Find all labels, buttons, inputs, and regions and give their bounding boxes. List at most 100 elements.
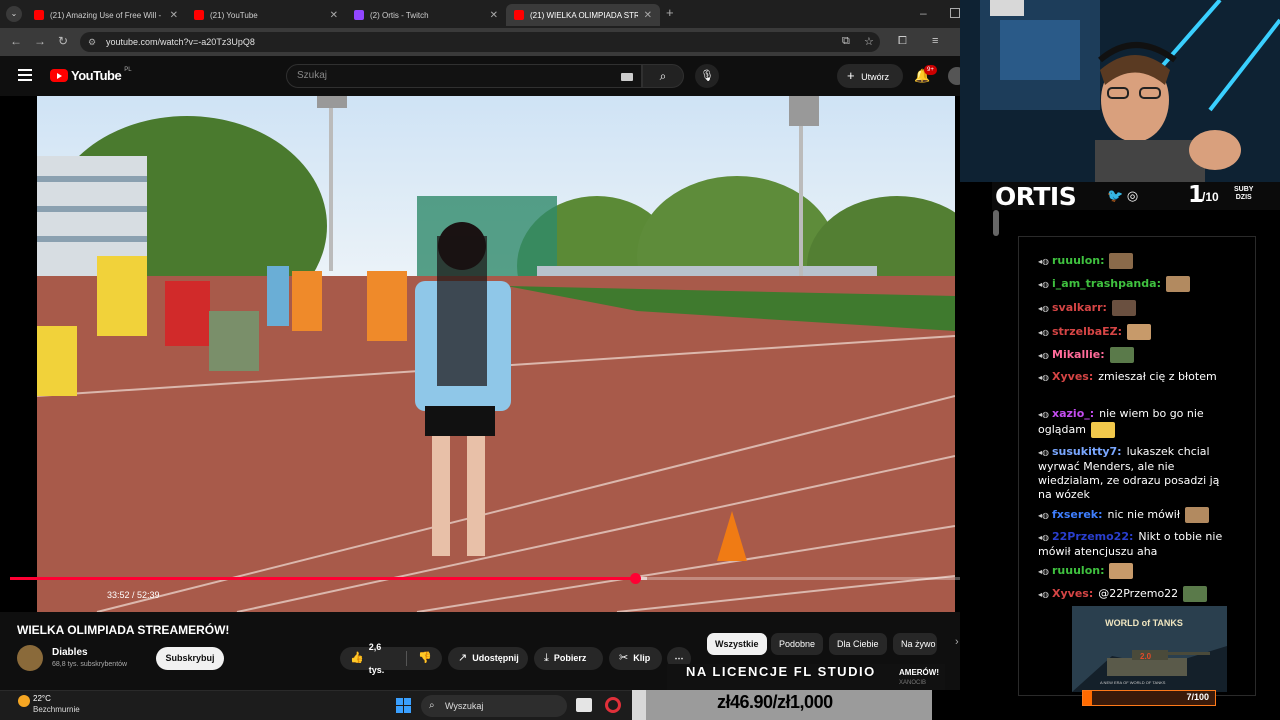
chat-username[interactable]: i_am_trashpanda:: [1052, 277, 1161, 290]
subscribe-button[interactable]: Subskrybuj: [156, 647, 224, 670]
chat-message: ◂◍ Xyves: @22Przemo22: [1038, 586, 1234, 602]
chat-username[interactable]: ruuulon:: [1052, 254, 1104, 267]
reload-icon[interactable]: ↻: [58, 34, 68, 48]
file-explorer-icon[interactable]: [576, 698, 592, 712]
back-arrow-icon[interactable]: ←: [10, 34, 22, 48]
youtube-favicon-icon: [514, 10, 524, 20]
chat-username[interactable]: Xyves:: [1052, 370, 1093, 383]
chat-message: ◂◍ ruuulon:: [1038, 253, 1234, 269]
chat-message: ◂◍ Xyves: zmieszał cię z błotem: [1038, 370, 1234, 385]
chat-emote-icon: [1165, 276, 1190, 292]
taskbar-search[interactable]: ⌕ Wyszukaj: [421, 695, 567, 717]
plus-icon: +: [847, 68, 855, 83]
chat-badge-icon: ◂◍: [1038, 280, 1049, 289]
video-player[interactable]: ▶ ⏭ 🔊 ⛉ ◐ ▤ ⚙ ▭ ▬ ⛶: [0, 96, 960, 612]
chat-message: ◂◍ strzelbaEZ:: [1038, 324, 1234, 340]
divider: [406, 651, 408, 666]
minimize-window-button[interactable]: –: [920, 6, 927, 20]
chat-username[interactable]: Mikallie:: [1052, 348, 1105, 361]
chat-username[interactable]: Xyves:: [1052, 587, 1093, 600]
share-button[interactable]: ↗ Udostępnij: [448, 647, 528, 670]
browser-tab[interactable]: (2) Ortis - Twitch ✕: [346, 4, 506, 26]
twitch-favicon-icon: [354, 10, 364, 20]
close-tab-icon[interactable]: ✕: [170, 10, 178, 21]
clip-button[interactable]: ✂ Klip: [609, 647, 662, 670]
chat-username[interactable]: fxserek:: [1052, 508, 1103, 521]
chat-emote-icon: [1109, 253, 1134, 269]
sub-goal-progress-fill: [1083, 691, 1093, 705]
new-tab-button[interactable]: +: [666, 5, 674, 20]
reading-list-icon[interactable]: ≡: [932, 35, 938, 47]
sub-goal-label-line1: SUBY: [1234, 186, 1254, 193]
chat-scrollbar[interactable]: [993, 210, 999, 236]
install-app-icon[interactable]: ⧉: [842, 35, 850, 48]
opera-browser-icon[interactable]: [605, 697, 621, 713]
download-button[interactable]: ⤓ Pobierz: [534, 647, 603, 670]
weather-temperature[interactable]: 22°C: [33, 694, 51, 703]
hamburger-menu-icon[interactable]: [18, 69, 32, 81]
chat-username[interactable]: susukitty7:: [1052, 445, 1122, 458]
extensions-icon[interactable]: ⧠: [898, 35, 907, 48]
chat-badge-icon: ◂◍: [1038, 448, 1049, 457]
region-code: PL: [124, 66, 132, 73]
youtube-header: YouTube PL Szukaj ⌕ 🎙 + Utwórz 🔔 9+: [0, 56, 966, 96]
notification-count-badge: 9+: [924, 65, 937, 75]
recommended-video-title[interactable]: AMERÓW!: [899, 668, 939, 677]
sub-goal-label: SUBY DZIS: [1234, 186, 1253, 202]
chat-message: ◂◍ i_am_trashpanda:: [1038, 276, 1234, 292]
chat-username[interactable]: strzelbaEZ:: [1052, 325, 1122, 338]
price-box-stripe: [632, 690, 646, 720]
weather-sun-icon[interactable]: [18, 695, 30, 707]
keyboard-icon[interactable]: [621, 73, 633, 81]
address-bar[interactable]: ⚙ youtube.com/watch?v=-a20Tz3UpQ8: [80, 32, 880, 52]
chat-badge-icon: ◂◍: [1038, 533, 1049, 542]
chat-message: ◂◍ susukitty7: lukaszek chcial wyrwać Mend…: [1038, 445, 1234, 502]
like-count[interactable]: 2,6 tys.: [369, 636, 396, 682]
chevron-right-icon[interactable]: ›: [955, 636, 959, 648]
browser-tab[interactable]: (21) YouTube ✕: [186, 4, 346, 26]
taskbar-search-label: Wyszukaj: [445, 701, 484, 711]
chat-username[interactable]: 22Przemo22:: [1052, 530, 1133, 543]
sub-goal-progress-bar: 7/100: [1082, 690, 1216, 706]
like-icon[interactable]: 👍: [350, 647, 364, 670]
tab-search-button[interactable]: ⌄: [6, 6, 22, 22]
video-progress-bar[interactable]: [10, 573, 982, 584]
close-tab-icon[interactable]: ✕: [490, 10, 498, 21]
chat-badge-icon: ◂◍: [1038, 328, 1049, 337]
windows-start-icon[interactable]: [396, 698, 411, 713]
create-button[interactable]: + Utwórz: [837, 64, 903, 88]
chip-all[interactable]: Wszystkie: [707, 633, 767, 655]
chip-live[interactable]: Na żywo: [893, 633, 937, 655]
chip-for-you[interactable]: Dla Ciebie: [829, 633, 887, 655]
search-placeholder: Szukaj: [297, 70, 328, 81]
share-label: Udostępnij: [472, 653, 519, 663]
chat-username[interactable]: xazio_:: [1052, 407, 1094, 420]
chat-username[interactable]: svalkarr:: [1052, 301, 1107, 314]
time-display: 33:52 / 52:39: [107, 590, 160, 600]
channel-avatar[interactable]: [17, 645, 43, 671]
browser-tab[interactable]: (21) Amazing Use of Free Will - ✕: [26, 4, 186, 26]
channel-name[interactable]: Diables: [52, 647, 88, 658]
dislike-icon[interactable]: 👎: [418, 647, 432, 670]
tab-label: (21) WIELKA OLIMPIADA STREA: [530, 10, 638, 20]
chat-username[interactable]: ruuulon:: [1052, 564, 1104, 577]
close-tab-icon[interactable]: ✕: [644, 10, 652, 21]
search-button[interactable]: ⌕: [642, 64, 684, 88]
url-text: youtube.com/watch?v=-a20Tz3UpQ8: [106, 37, 255, 47]
voice-search-button[interactable]: 🎙: [695, 64, 719, 88]
browser-tab-active[interactable]: (21) WIELKA OLIMPIADA STREA ✕: [506, 4, 660, 26]
create-label: Utwórz: [861, 72, 890, 82]
search-input[interactable]: Szukaj: [286, 64, 642, 88]
weather-description[interactable]: Bezchmurnie: [33, 705, 80, 714]
chip-related[interactable]: Podobne: [771, 633, 824, 655]
youtube-logo[interactable]: YouTube PL: [50, 66, 132, 83]
maximize-window-button[interactable]: [950, 8, 960, 18]
bookmark-star-icon[interactable]: ☆: [864, 35, 874, 48]
streamer-webcam-image: [960, 0, 1280, 182]
chat-emote-icon: [1109, 563, 1134, 579]
youtube-favicon-icon: [194, 10, 204, 20]
close-tab-icon[interactable]: ✕: [330, 10, 338, 21]
forward-arrow-icon[interactable]: →: [34, 34, 46, 48]
chat-emote-icon: [1090, 422, 1115, 438]
site-settings-icon[interactable]: ⚙: [88, 32, 96, 52]
